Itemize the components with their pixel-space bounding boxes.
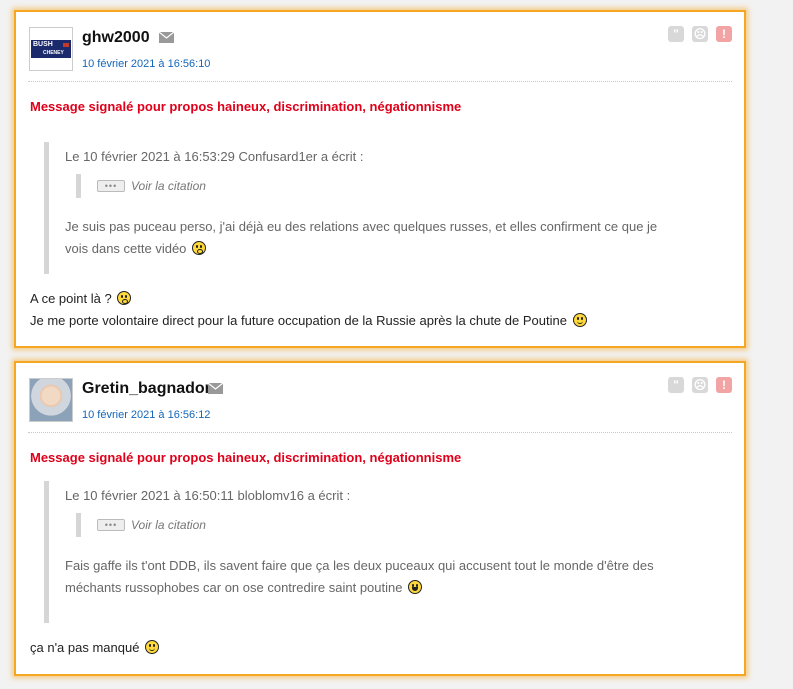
message-line: ça n'a pas manqué [30, 637, 160, 659]
quote-header: Le 10 février 2021 à 16:50:11 bloblomv16… [65, 488, 351, 503]
shocked-smiley-icon [192, 241, 207, 255]
post-actions: " ☹ ! [668, 377, 732, 393]
logo-subtext: CHENEY [43, 50, 64, 56]
logo-stripe [63, 43, 69, 47]
alert-icon[interactable]: ! [716, 377, 732, 393]
shocked-smiley-icon [117, 291, 132, 305]
logo-text: BUSH [33, 41, 53, 48]
forum-post: Gretin_bagnador 10 février 2021 à 16:56:… [14, 361, 746, 676]
ellipsis-icon[interactable]: ••• [97, 519, 125, 531]
avatar[interactable] [29, 378, 73, 422]
sad-icon[interactable]: ☹ [692, 377, 708, 393]
post-body: ça n'a pas manqué [30, 637, 160, 659]
forum-post: BUSH CHENEY ghw2000 10 février 2021 à 16… [14, 10, 746, 348]
quote-block: Le 10 février 2021 à 16:53:29 Confusard1… [44, 142, 694, 274]
view-quote-link[interactable]: Voir la citation [131, 518, 206, 532]
nested-quote[interactable]: ••• Voir la citation [76, 174, 206, 198]
quote-line: Fais gaffe ils t'ont DDB, ils savent fai… [65, 558, 654, 573]
view-quote-link[interactable]: Voir la citation [131, 179, 206, 193]
divider [28, 432, 732, 433]
ellipsis-icon[interactable]: ••• [97, 180, 125, 192]
quote-line: vois dans cette vidéo [65, 238, 695, 260]
sad-icon[interactable]: ☹ [692, 26, 708, 42]
quote-icon[interactable]: " [668, 377, 684, 393]
message-line: Je me porte volontaire direct pour la fu… [30, 310, 587, 332]
username[interactable]: Gretin_bagnador [82, 380, 211, 398]
quote-header: Le 10 février 2021 à 16:53:29 Confusard1… [65, 149, 364, 164]
quote-line: Je suis pas puceau perso, j'ai déjà eu d… [65, 219, 658, 234]
moderation-flag: Message signalé pour propos haineux, dis… [30, 450, 462, 465]
post-actions: " ☹ ! [668, 26, 732, 42]
divider [28, 81, 732, 82]
laughing-smiley-icon [408, 580, 423, 594]
avatar[interactable]: BUSH CHENEY [29, 27, 73, 71]
post-date[interactable]: 10 février 2021 à 16:56:10 [82, 58, 210, 70]
mail-icon[interactable] [159, 32, 174, 43]
post-body: A ce point là ? Je me porte volontaire d… [30, 288, 587, 332]
alert-icon[interactable]: ! [716, 26, 732, 42]
quote-body: Je suis pas puceau perso, j'ai déjà eu d… [65, 216, 695, 260]
message-line: A ce point là ? [30, 288, 587, 310]
post-date[interactable]: 10 février 2021 à 16:56:12 [82, 409, 210, 421]
mail-icon[interactable] [208, 383, 223, 394]
moderation-flag: Message signalé pour propos haineux, dis… [30, 99, 462, 114]
user-photo [30, 379, 72, 421]
quote-line: méchants russophobes car on ose contredi… [65, 577, 695, 599]
quote-block: Le 10 février 2021 à 16:50:11 bloblomv16… [44, 481, 694, 623]
happy-smiley-icon [572, 313, 587, 327]
username[interactable]: ghw2000 [82, 29, 150, 47]
bush-cheney-logo: BUSH CHENEY [31, 40, 71, 58]
happy-smiley-icon [145, 640, 160, 654]
quote-body: Fais gaffe ils t'ont DDB, ils savent fai… [65, 555, 695, 599]
quote-icon[interactable]: " [668, 26, 684, 42]
nested-quote[interactable]: ••• Voir la citation [76, 513, 206, 537]
